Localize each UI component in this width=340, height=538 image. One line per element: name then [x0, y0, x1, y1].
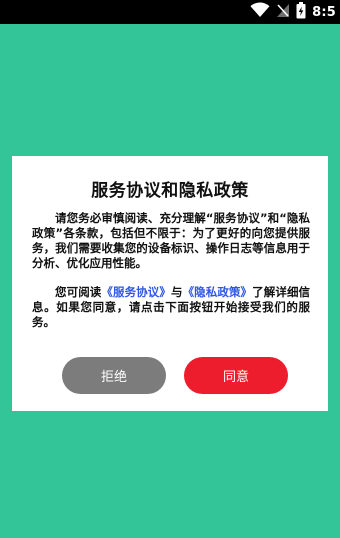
service-agreement-link[interactable]: 《服务协议》 — [101, 285, 171, 299]
status-icons: 8:5 — [250, 1, 336, 23]
dialog-title: 服务协议和隐私政策 — [91, 181, 249, 201]
battery-icon — [296, 1, 306, 23]
dialog-paragraph-intro: 请您务必审慎阅读、充分理解“服务协议”和“隐私政策”各条款，包括但不限于：为了更… — [32, 211, 310, 270]
paragraph-middle: 与 — [170, 285, 183, 299]
dialog-paragraph-links: 您可阅读《服务协议》与《隐私政策》了解详细信息。如果您同意，请点击下面按钮开始接… — [32, 285, 310, 330]
status-bar: 8:5 — [0, 0, 340, 24]
status-time: 8:5 — [312, 4, 336, 20]
paragraph-prefix: 您可阅读 — [55, 285, 102, 299]
privacy-dialog: 服务协议和隐私政策 请您务必审慎阅读、充分理解“服务协议”和“隐私政策”各条款，… — [12, 156, 328, 411]
wifi-icon — [250, 2, 270, 22]
privacy-policy-link[interactable]: 《隐私政策》 — [183, 285, 253, 299]
dialog-body: 请您务必审慎阅读、充分理解“服务协议”和“隐私政策”各条款，包括但不限于：为了更… — [32, 211, 310, 330]
agree-button[interactable]: 同意 — [184, 357, 288, 394]
reject-button[interactable]: 拒绝 — [62, 357, 166, 394]
signal-icon — [276, 2, 290, 22]
